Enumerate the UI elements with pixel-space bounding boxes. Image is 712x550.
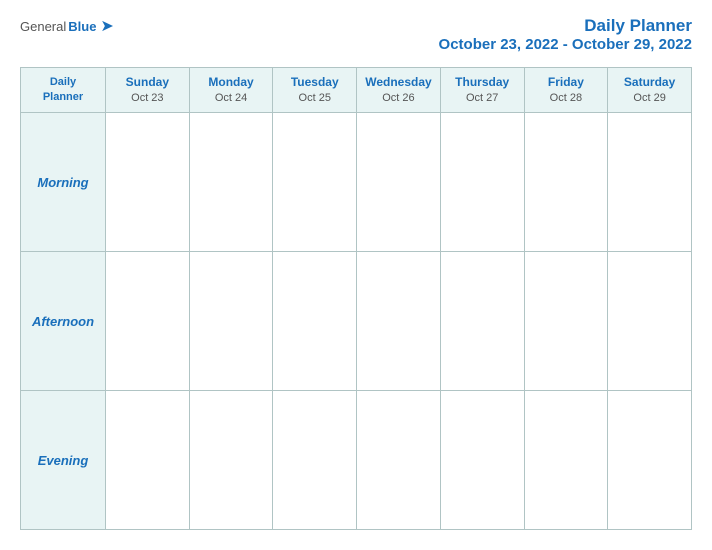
col-header-saturday: Saturday Oct 29 bbox=[608, 68, 692, 113]
table-row-afternoon: Afternoon bbox=[21, 252, 692, 391]
row-label-evening: Evening bbox=[21, 391, 106, 530]
cell-morning-sat[interactable] bbox=[608, 113, 692, 252]
cell-afternoon-tue[interactable] bbox=[273, 252, 357, 391]
cell-afternoon-sun[interactable] bbox=[106, 252, 190, 391]
cell-afternoon-thu[interactable] bbox=[440, 252, 524, 391]
cell-evening-fri[interactable] bbox=[524, 391, 608, 530]
cell-afternoon-mon[interactable] bbox=[189, 252, 273, 391]
cell-morning-tue[interactable] bbox=[273, 113, 357, 252]
col-header-monday: Monday Oct 24 bbox=[189, 68, 273, 113]
col-header-sunday: Sunday Oct 23 bbox=[106, 68, 190, 113]
table-label-header: Daily Planner bbox=[21, 68, 106, 113]
cell-evening-thu[interactable] bbox=[440, 391, 524, 530]
row-label-afternoon: Afternoon bbox=[21, 252, 106, 391]
row-label-morning: Morning bbox=[21, 113, 106, 252]
logo-bird-icon: ➤ bbox=[100, 16, 113, 36]
cell-evening-mon[interactable] bbox=[189, 391, 273, 530]
logo-area: General Blue ➤ bbox=[20, 16, 114, 36]
page-header: General Blue ➤ Daily Planner October 23,… bbox=[20, 16, 692, 53]
cell-morning-mon[interactable] bbox=[189, 113, 273, 252]
date-range: October 23, 2022 - October 29, 2022 bbox=[439, 36, 692, 53]
cell-evening-sat[interactable] bbox=[608, 391, 692, 530]
table-row-evening: Evening bbox=[21, 391, 692, 530]
page-title: Daily Planner bbox=[439, 16, 692, 36]
col-header-thursday: Thursday Oct 27 bbox=[440, 68, 524, 113]
col-header-wednesday: Wednesday Oct 26 bbox=[357, 68, 441, 113]
cell-afternoon-wed[interactable] bbox=[357, 252, 441, 391]
cell-evening-wed[interactable] bbox=[357, 391, 441, 530]
cell-morning-thu[interactable] bbox=[440, 113, 524, 252]
col-header-tuesday: Tuesday Oct 25 bbox=[273, 68, 357, 113]
logo-general-text: General bbox=[20, 19, 66, 34]
planner-table: Daily Planner Sunday Oct 23 Monday Oct 2… bbox=[20, 67, 692, 530]
cell-evening-sun[interactable] bbox=[106, 391, 190, 530]
title-area: Daily Planner October 23, 2022 - October… bbox=[439, 16, 692, 53]
cell-morning-wed[interactable] bbox=[357, 113, 441, 252]
logo: General Blue ➤ bbox=[20, 16, 114, 36]
table-row-morning: Morning bbox=[21, 113, 692, 252]
logo-blue-text: Blue bbox=[68, 19, 96, 34]
cell-morning-fri[interactable] bbox=[524, 113, 608, 252]
cell-afternoon-sat[interactable] bbox=[608, 252, 692, 391]
table-header-row: Daily Planner Sunday Oct 23 Monday Oct 2… bbox=[21, 68, 692, 113]
cell-afternoon-fri[interactable] bbox=[524, 252, 608, 391]
cell-evening-tue[interactable] bbox=[273, 391, 357, 530]
cell-morning-sun[interactable] bbox=[106, 113, 190, 252]
col-header-friday: Friday Oct 28 bbox=[524, 68, 608, 113]
